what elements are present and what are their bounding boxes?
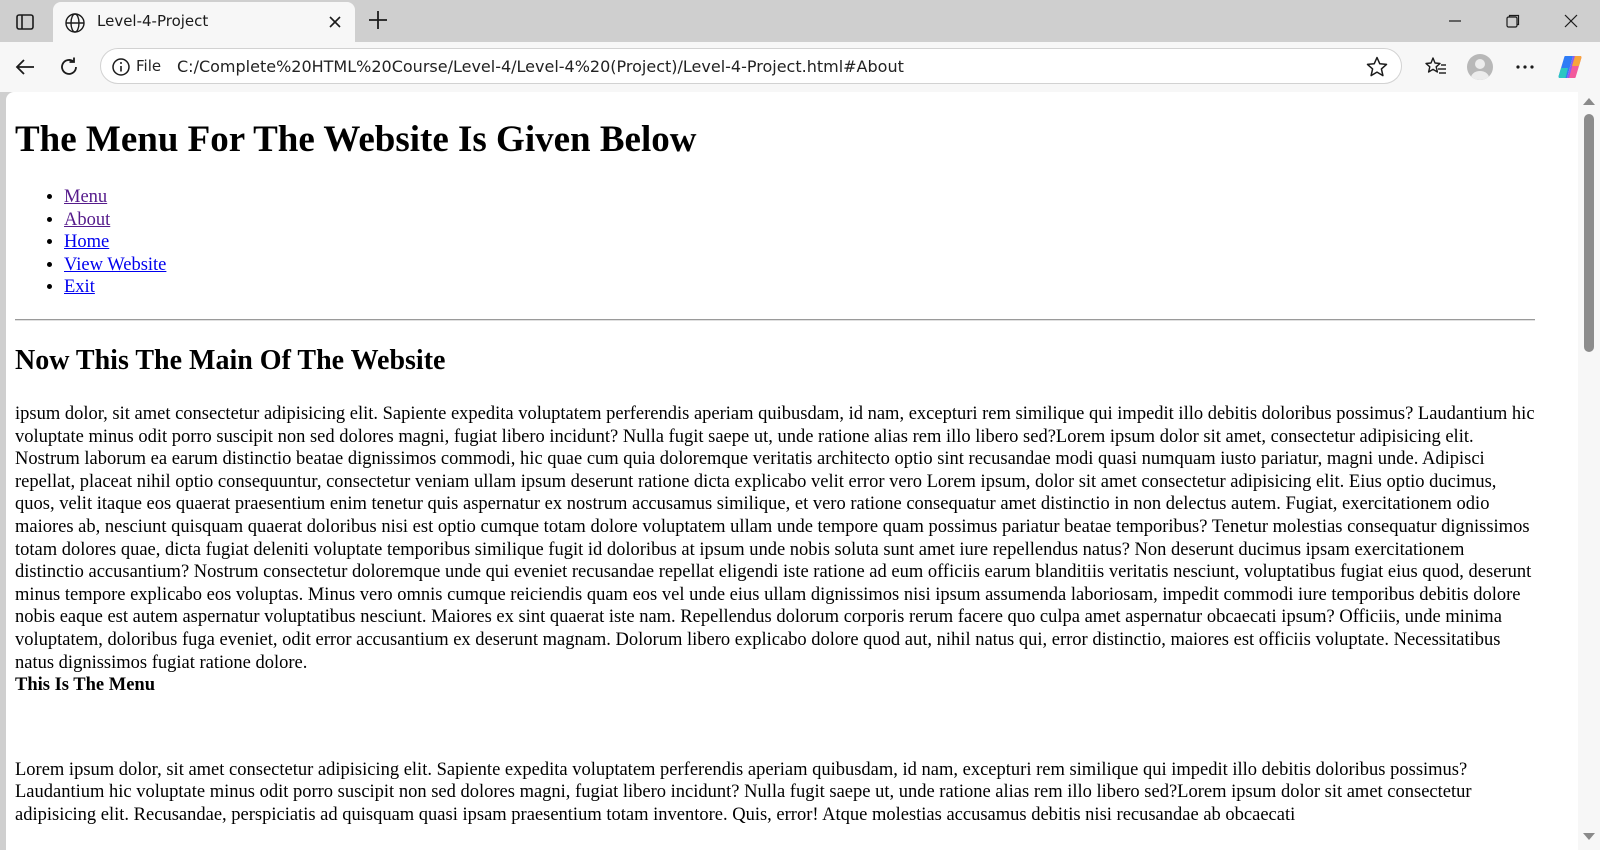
- scroll-down-icon[interactable]: [1583, 833, 1595, 840]
- globe-icon: [65, 13, 85, 33]
- page-title: The Menu For The Website Is Given Below: [15, 119, 697, 160]
- back-icon[interactable]: [9, 51, 41, 83]
- main-heading: Now This The Main Of The Website: [15, 344, 446, 376]
- avatar-icon[interactable]: [1464, 51, 1496, 83]
- window-close-icon[interactable]: [1548, 6, 1594, 36]
- menu-item: Exit: [64, 276, 1535, 299]
- url-text[interactable]: C:/Complete%20HTML%20Course/Level-4/Leve…: [177, 57, 904, 76]
- close-icon[interactable]: [325, 12, 345, 32]
- minimize-icon[interactable]: [1432, 6, 1478, 36]
- plus-icon[interactable]: [366, 8, 390, 32]
- favorites-icon[interactable]: [1420, 51, 1452, 83]
- tab-title: Level-4-Project: [97, 12, 209, 30]
- menu-item: View Website: [64, 254, 1535, 277]
- file-label: File: [136, 57, 162, 75]
- second-paragraph: Lorem ipsum dolor, sit amet consectetur …: [15, 759, 1472, 825]
- exit-link[interactable]: Exit: [64, 277, 95, 297]
- star-icon[interactable]: [1365, 55, 1389, 79]
- copilot-icon[interactable]: [1554, 51, 1586, 83]
- tab-actions-icon[interactable]: [8, 8, 42, 36]
- scroll-thumb[interactable]: [1584, 114, 1594, 352]
- browser-toolbar: File C:/Complete%20HTML%20Course/Level-4…: [0, 42, 1600, 92]
- menu-list: Menu About Home View Website Exit: [15, 186, 1535, 299]
- info-icon[interactable]: [111, 57, 131, 77]
- menu-item: Menu: [64, 186, 1535, 209]
- more-icon[interactable]: [1509, 51, 1541, 83]
- menu-item: Home: [64, 231, 1535, 254]
- active-tab[interactable]: Level-4-Project: [53, 2, 355, 42]
- menu-link[interactable]: Menu: [64, 187, 107, 207]
- page-viewport: The Menu For The Website Is Given Below …: [6, 92, 1600, 850]
- menu-item: About: [64, 209, 1535, 232]
- vertical-scrollbar[interactable]: [1578, 92, 1600, 850]
- divider: [15, 318, 1535, 321]
- about-link[interactable]: About: [64, 210, 110, 230]
- address-bar[interactable]: File C:/Complete%20HTML%20Course/Level-4…: [100, 48, 1402, 84]
- view-website-link[interactable]: View Website: [64, 255, 166, 275]
- menu-label: This Is The Menu: [15, 675, 155, 696]
- scroll-up-icon[interactable]: [1583, 98, 1595, 105]
- home-link[interactable]: Home: [64, 232, 109, 252]
- restore-icon[interactable]: [1490, 6, 1536, 36]
- page-content: The Menu For The Website Is Given Below …: [15, 92, 1535, 826]
- main-paragraph: ipsum dolor, sit amet consectetur adipis…: [15, 403, 1535, 673]
- reload-icon[interactable]: [53, 51, 85, 83]
- tab-strip: Level-4-Project: [0, 0, 1600, 42]
